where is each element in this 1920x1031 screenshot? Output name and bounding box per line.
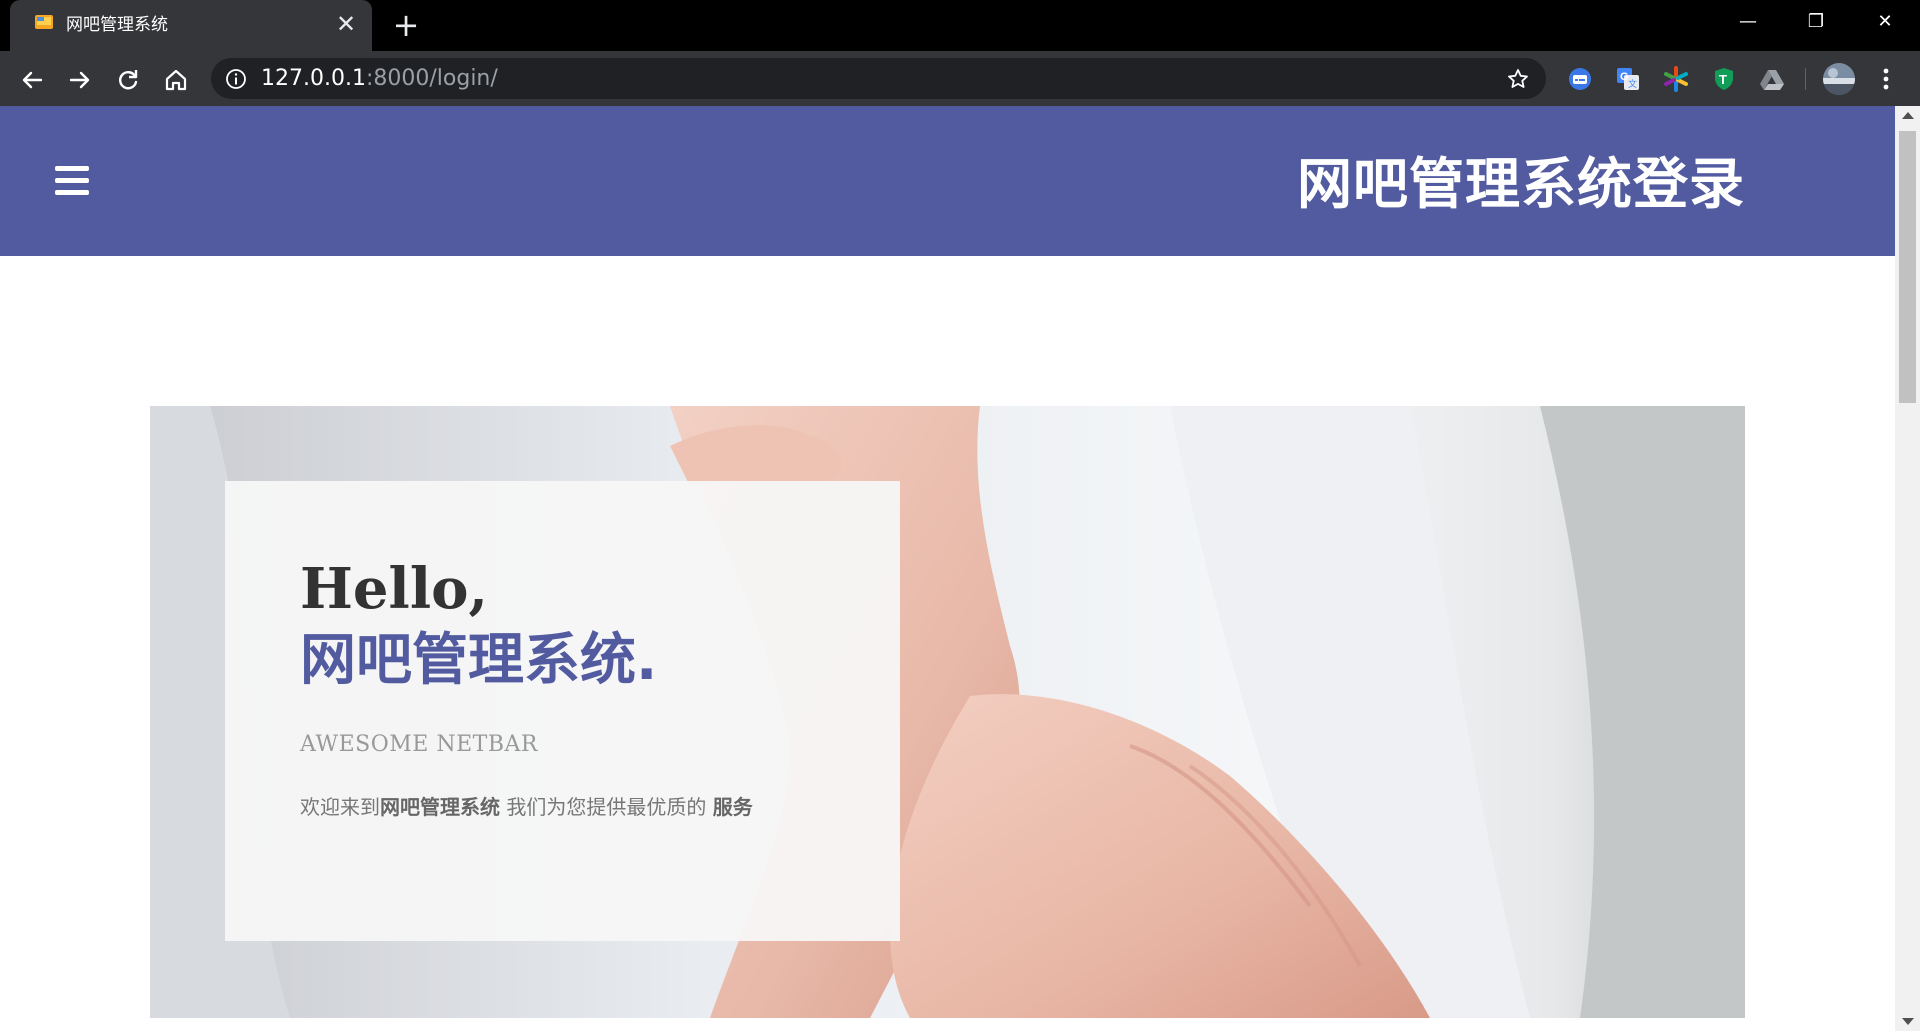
captions-icon[interactable] — [1566, 65, 1594, 93]
window-close-button[interactable]: ✕ — [1862, 8, 1908, 36]
hero-banner: Hello, 网吧管理系统. AWESOME NETBAR 欢迎来到网吧管理系统… — [150, 406, 1745, 1018]
bookmark-star-icon[interactable] — [1506, 67, 1530, 91]
tab-close-icon[interactable]: ✕ — [336, 12, 356, 36]
scroll-down-arrow-icon[interactable] — [1902, 1018, 1914, 1025]
google-translate-icon[interactable]: G文 — [1614, 65, 1642, 93]
arrow-right-icon — [69, 71, 90, 89]
address-bar[interactable]: 127.0.0.1:8000/login/ — [211, 58, 1546, 99]
reload-icon — [119, 70, 138, 90]
welcome-part1: 欢迎来到 — [300, 795, 380, 819]
page-title: 网吧管理系统登录 — [1296, 152, 1745, 216]
home-button[interactable] — [160, 64, 192, 96]
svg-text:T: T — [1719, 72, 1727, 87]
toolbar-divider — [1805, 68, 1806, 90]
favicon-icon — [35, 15, 53, 29]
reload-button[interactable] — [112, 64, 144, 96]
tab-title: 网吧管理系统 — [66, 15, 168, 35]
welcome-card: Hello, 网吧管理系统. AWESOME NETBAR 欢迎来到网吧管理系统… — [225, 481, 900, 941]
svg-text:文: 文 — [1628, 78, 1637, 89]
back-button[interactable] — [16, 64, 48, 96]
browser-menu-icon[interactable] — [1876, 65, 1896, 93]
scroll-up-arrow-icon[interactable] — [1902, 112, 1914, 119]
page-viewport: 网吧管理系统登录 Hello, 网吧管理系统. AWESOME NETBAR 欢… — [0, 106, 1920, 1031]
profile-avatar[interactable] — [1823, 63, 1855, 95]
forward-button[interactable] — [64, 64, 96, 96]
drive-icon[interactable] — [1758, 65, 1786, 93]
hamburger-menu-icon[interactable] — [55, 166, 89, 196]
asterisk-extension-icon[interactable] — [1662, 65, 1690, 93]
info-icon[interactable] — [225, 68, 247, 90]
url-path: :8000/login/ — [365, 66, 498, 91]
url-text[interactable]: 127.0.0.1:8000/login/ — [261, 66, 498, 92]
site-header: 网吧管理系统登录 — [0, 106, 1895, 256]
hello-heading: Hello, — [300, 556, 488, 622]
hero-subtitle: AWESOME NETBAR — [300, 732, 538, 757]
restore-button[interactable]: ❐ — [1793, 8, 1839, 36]
browser-toolbar: 127.0.0.1:8000/login/ G文 T — [0, 51, 1920, 106]
home-icon — [165, 69, 187, 91]
brand-heading: 网吧管理系统. — [300, 628, 658, 693]
browser-tab[interactable]: 网吧管理系统 ✕ — [10, 0, 372, 51]
url-host: 127.0.0.1 — [261, 66, 366, 91]
welcome-text: 欢迎来到网吧管理系统 我们为您提供最优质的 服务 — [300, 793, 753, 821]
arrow-left-icon — [22, 71, 43, 89]
scroll-thumb[interactable] — [1899, 131, 1916, 403]
new-tab-button[interactable]: + — [392, 9, 420, 41]
tab-strip: 网吧管理系统 ✕ + — ❐ ✕ — [0, 0, 1920, 51]
welcome-part2: 我们为您提供最优质的 — [500, 795, 713, 819]
welcome-bold-system: 网吧管理系统 — [380, 795, 500, 819]
shield-t-icon[interactable]: T — [1710, 65, 1738, 93]
page-scrollbar[interactable] — [1895, 106, 1920, 1031]
welcome-bold-service: 服务 — [712, 795, 753, 819]
minimize-button[interactable]: — — [1725, 8, 1771, 36]
